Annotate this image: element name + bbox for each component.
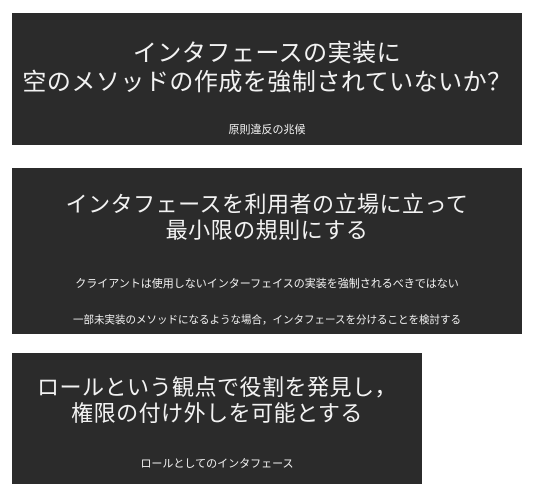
- slide-subtitle: 原則違反の兆候: [228, 123, 306, 136]
- title-line: 空のメソッドの作成を強制されていないか？: [22, 67, 512, 96]
- title-line: 権限の付け外しを可能とする: [71, 402, 363, 428]
- title-line: 最小限の規則にする: [165, 219, 369, 245]
- slide-title: インタフェースの実装に 空のメソッドの作成を強制されていないか？: [12, 39, 522, 97]
- title-line: インタフェースの実装に: [132, 39, 402, 67]
- slide-isp-symptom: インタフェースの実装に 空のメソッドの作成を強制されていないか？ 原則違反の兆候: [12, 13, 522, 145]
- title-line: インタフェースを利用者の立場に立って: [65, 193, 469, 218]
- slide-note: クライアントは使用しないインターフェイスの実装を強制されるべきではない: [75, 277, 459, 290]
- slide-title: ロールという観点で役割を発見し， 権限の付け外しを可能とする: [12, 376, 422, 429]
- slide-isp-role: ロールという観点で役割を発見し， 権限の付け外しを可能とする ロールとしてのイン…: [12, 353, 422, 484]
- title-line: ロールという観点で役割を発見し，: [36, 376, 397, 401]
- slide-title: インタフェースを利用者の立場に立って 最小限の規則にする: [12, 193, 522, 246]
- slide-isp-rule: インタフェースを利用者の立場に立って 最小限の規則にする クライアントは使用しな…: [12, 168, 522, 334]
- slide-subtitle: ロールとしてのインタフェース: [140, 457, 294, 470]
- slide-note: 一部未実装のメソッドになるような場合，インタフェースを分けることを検討する: [73, 314, 461, 326]
